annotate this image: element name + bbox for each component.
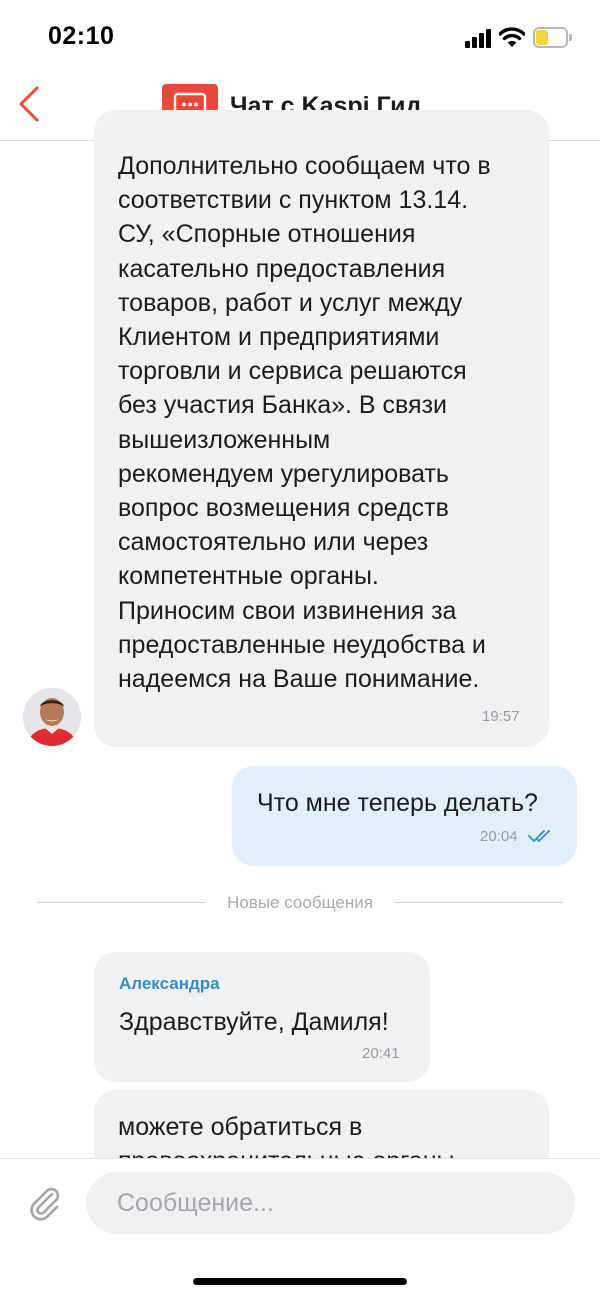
attach-button[interactable]	[24, 1183, 62, 1221]
message-bubble-incoming: Дополнительно сообщаем что в соответстви…	[94, 110, 549, 747]
message-text: Здравствуйте, Дамиля!	[119, 1008, 389, 1036]
new-messages-divider: Новые сообщения	[0, 893, 600, 913]
double-check-icon	[528, 830, 550, 842]
message-time: 19:57	[482, 708, 520, 725]
message-bubble-outgoing: Что мне теперь делать? 20:04	[232, 766, 577, 866]
chevron-left-icon	[19, 86, 39, 122]
message-time: 20:41	[362, 1045, 400, 1062]
status-time: 02:10	[48, 22, 115, 50]
message-text: Дополнительно сообщаем что в соответстви…	[118, 152, 491, 694]
home-indicator	[193, 1278, 407, 1285]
message-input[interactable]	[86, 1172, 575, 1234]
sender-name: Александра	[119, 974, 220, 993]
message-time: 20:04	[480, 828, 518, 845]
battery-icon	[533, 27, 572, 48]
agent-avatar[interactable]	[23, 688, 81, 746]
message-text: Что мне теперь делать?	[257, 789, 538, 817]
cellular-signal-icon	[465, 28, 493, 48]
new-messages-label: Новые сообщения	[215, 893, 385, 912]
back-button[interactable]	[14, 82, 48, 126]
avatar-image	[23, 688, 81, 746]
message-bubble-incoming: Александра Здравствуйте, Дамиля! 20:41	[94, 952, 430, 1082]
status-bar: 02:10	[0, 0, 600, 76]
composer-bar	[0, 1158, 600, 1297]
wifi-icon	[499, 27, 525, 47]
paperclip-icon	[30, 1187, 60, 1221]
